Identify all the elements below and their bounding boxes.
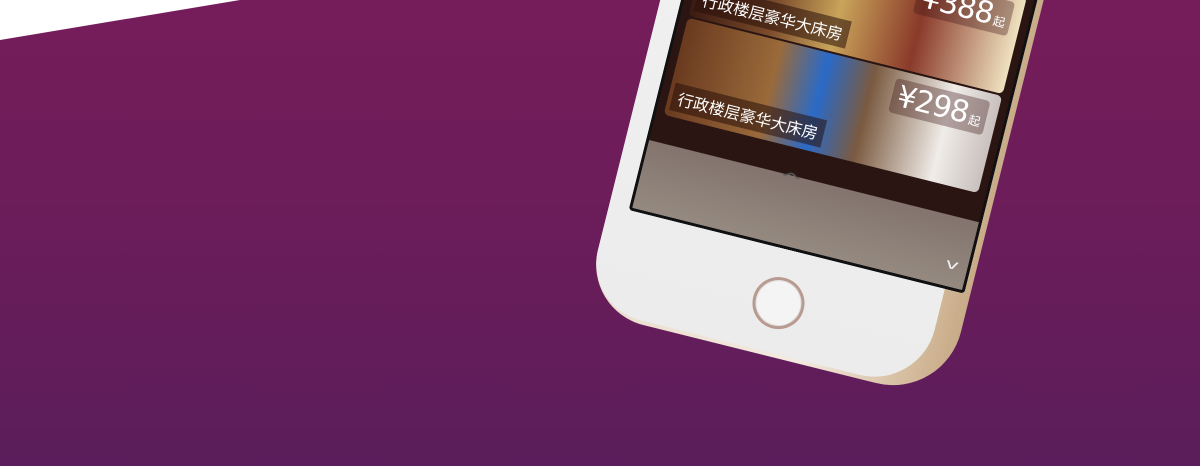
room-name: 行政楼层豪华大床房 xyxy=(668,82,828,148)
room-price: ¥388起 xyxy=(912,0,1016,37)
chevron-up-icon[interactable]: ^ xyxy=(777,167,805,191)
white-corner-shape xyxy=(0,0,240,40)
phone-mockup: v ¥388起 行政楼层豪华大床房 ¥298起 行政楼层豪华大床房 ^ v xyxy=(583,0,1162,400)
chevron-down-icon[interactable]: v xyxy=(943,255,960,274)
